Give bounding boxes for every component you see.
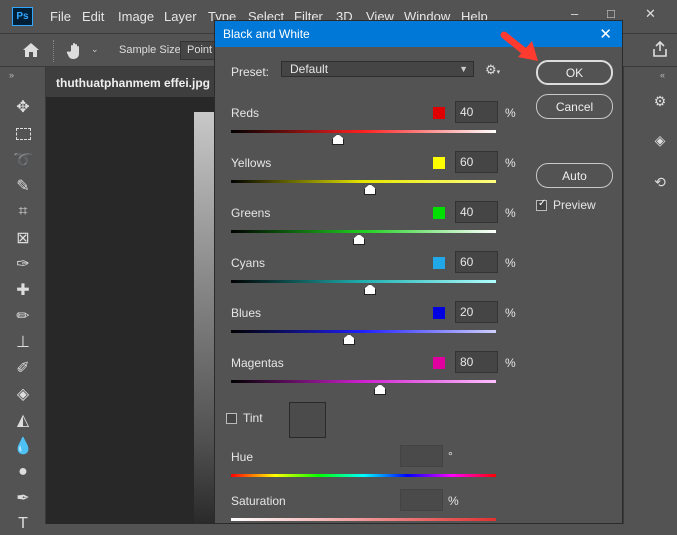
frame-tool-icon[interactable]: ⊠	[12, 227, 34, 249]
marquee-tool-icon[interactable]	[12, 123, 34, 145]
canvas-area[interactable]	[46, 97, 216, 524]
chevron-down-icon[interactable]: ⌄	[91, 44, 99, 55]
minimize-icon[interactable]: –	[571, 6, 578, 21]
degree-label: °	[448, 449, 453, 463]
preview-checkbox[interactable]	[536, 198, 547, 211]
menu-file[interactable]: File	[50, 9, 71, 24]
crop-tool-icon[interactable]: ⌗	[12, 201, 34, 223]
percent-label: %	[505, 106, 516, 120]
maximize-icon[interactable]: □	[607, 6, 615, 21]
type-tool-icon[interactable]: T	[12, 513, 34, 535]
slider-label-greens: Greens	[231, 206, 271, 220]
paint-bucket-tool-icon[interactable]: ◭	[12, 409, 34, 431]
reds-slider-track[interactable]	[231, 130, 496, 133]
percent-label: %	[505, 206, 516, 220]
history-icon[interactable]: ⟲	[651, 173, 669, 191]
home-icon[interactable]	[22, 42, 40, 58]
cyans-slider-track[interactable]	[231, 280, 496, 283]
healing-brush-tool-icon[interactable]: ✚	[12, 279, 34, 301]
tint-color-swatch[interactable]	[289, 402, 326, 438]
slider-label-yellows: Yellows	[231, 156, 272, 170]
reds-swatch	[433, 107, 445, 119]
dodge-tool-icon[interactable]: ●	[12, 461, 34, 483]
percent-label: %	[505, 356, 516, 370]
percent-label: %	[505, 156, 516, 170]
close-window-icon[interactable]: ✕	[645, 6, 656, 22]
sample-size-label: Sample Size:	[119, 44, 184, 56]
blur-tool-icon[interactable]: 💧	[12, 435, 34, 457]
chevron-down-icon: ▼	[459, 64, 468, 74]
hue-value-input[interactable]	[400, 445, 443, 467]
cancel-button[interactable]: Cancel	[536, 94, 613, 119]
auto-button[interactable]: Auto	[536, 163, 613, 188]
annotation-arrow-icon	[500, 31, 538, 61]
saturation-slider-track[interactable]	[231, 518, 496, 521]
clone-stamp-tool-icon[interactable]: ⊥	[12, 331, 34, 353]
close-icon[interactable]: ✕	[599, 25, 612, 43]
preview-label: Preview	[553, 198, 596, 212]
dialog-title: Black and White	[215, 21, 622, 47]
move-tool-icon[interactable]: ✥	[12, 96, 34, 118]
slider-label-cyans: Cyans	[231, 256, 266, 270]
saturation-percent-label: %	[448, 494, 459, 508]
gear-icon[interactable]: ⚙▾	[485, 62, 500, 78]
lasso-tool-icon[interactable]: ➰	[12, 149, 34, 171]
yellows-slider-track[interactable]	[231, 180, 496, 183]
blues-swatch	[433, 307, 445, 319]
collapse-icon[interactable]: »	[9, 70, 14, 80]
saturation-label: Saturation	[231, 494, 286, 508]
greens-value-input[interactable]: 40	[455, 201, 498, 223]
hue-slider-track[interactable]	[231, 474, 496, 477]
cyans-value-input[interactable]: 60	[455, 251, 498, 273]
document-tab[interactable]: thuthuatphanmem effei.jpg @	[46, 67, 216, 97]
eyedropper-tool-icon[interactable]: ✑	[12, 253, 34, 275]
blues-value-input[interactable]: 20	[455, 301, 498, 323]
options-grip[interactable]	[53, 40, 54, 62]
properties-icon[interactable]: ⚙	[651, 92, 669, 110]
slider-label-blues: Blues	[231, 306, 262, 320]
hue-label: Hue	[231, 450, 254, 464]
quick-select-tool-icon[interactable]: ✎	[12, 175, 34, 197]
document-image	[194, 112, 216, 524]
preset-select[interactable]: Default ▼	[281, 61, 474, 77]
ok-button[interactable]: OK	[536, 60, 613, 85]
right-panel: « ⚙ ◈ ⟲	[623, 67, 677, 524]
cyans-swatch	[433, 257, 445, 269]
tint-label: Tint	[243, 411, 263, 425]
slider-label-reds: Reds	[231, 106, 260, 120]
slider-label-magentas: Magentas	[231, 356, 284, 370]
yellows-swatch	[433, 157, 445, 169]
yellows-value-input[interactable]: 60	[455, 151, 498, 173]
greens-slider-track[interactable]	[231, 230, 496, 233]
share-icon[interactable]	[651, 40, 669, 58]
expand-icon[interactable]: «	[660, 70, 665, 80]
eraser-tool-icon[interactable]: ◈	[12, 383, 34, 405]
photoshop-logo: Ps	[12, 7, 33, 26]
menu-image[interactable]: Image	[118, 9, 154, 24]
hand-tool-icon[interactable]	[66, 42, 86, 60]
menu-layer[interactable]: Layer	[164, 9, 197, 24]
magentas-value-input[interactable]: 80	[455, 351, 498, 373]
saturation-value-input[interactable]	[400, 489, 443, 511]
sample-size-select[interactable]: Point	[180, 41, 218, 60]
percent-label: %	[505, 306, 516, 320]
history-brush-tool-icon[interactable]: ✐	[12, 357, 34, 379]
reds-value-input[interactable]: 40	[455, 101, 498, 123]
black-and-white-dialog: Black and White ✕ Preset: Default ▼ ⚙▾ R…	[214, 20, 623, 524]
greens-swatch	[433, 207, 445, 219]
layers-icon[interactable]: ◈	[651, 131, 669, 149]
magentas-slider-track[interactable]	[231, 380, 496, 383]
brush-tool-icon[interactable]: ✏	[12, 305, 34, 327]
tools-panel: » ✥ ➰ ✎ ⌗ ⊠ ✑ ✚ ✏ ⊥ ✐ ◈ ◭ 💧 ● ✒ T	[0, 67, 46, 532]
blues-slider-track[interactable]	[231, 330, 496, 333]
menu-edit[interactable]: Edit	[82, 9, 104, 24]
tint-checkbox[interactable]	[226, 413, 237, 424]
preset-value: Default	[290, 62, 329, 76]
pen-tool-icon[interactable]: ✒	[12, 487, 34, 509]
magentas-swatch	[433, 357, 445, 369]
preset-label: Preset:	[231, 65, 270, 79]
percent-label: %	[505, 256, 516, 270]
